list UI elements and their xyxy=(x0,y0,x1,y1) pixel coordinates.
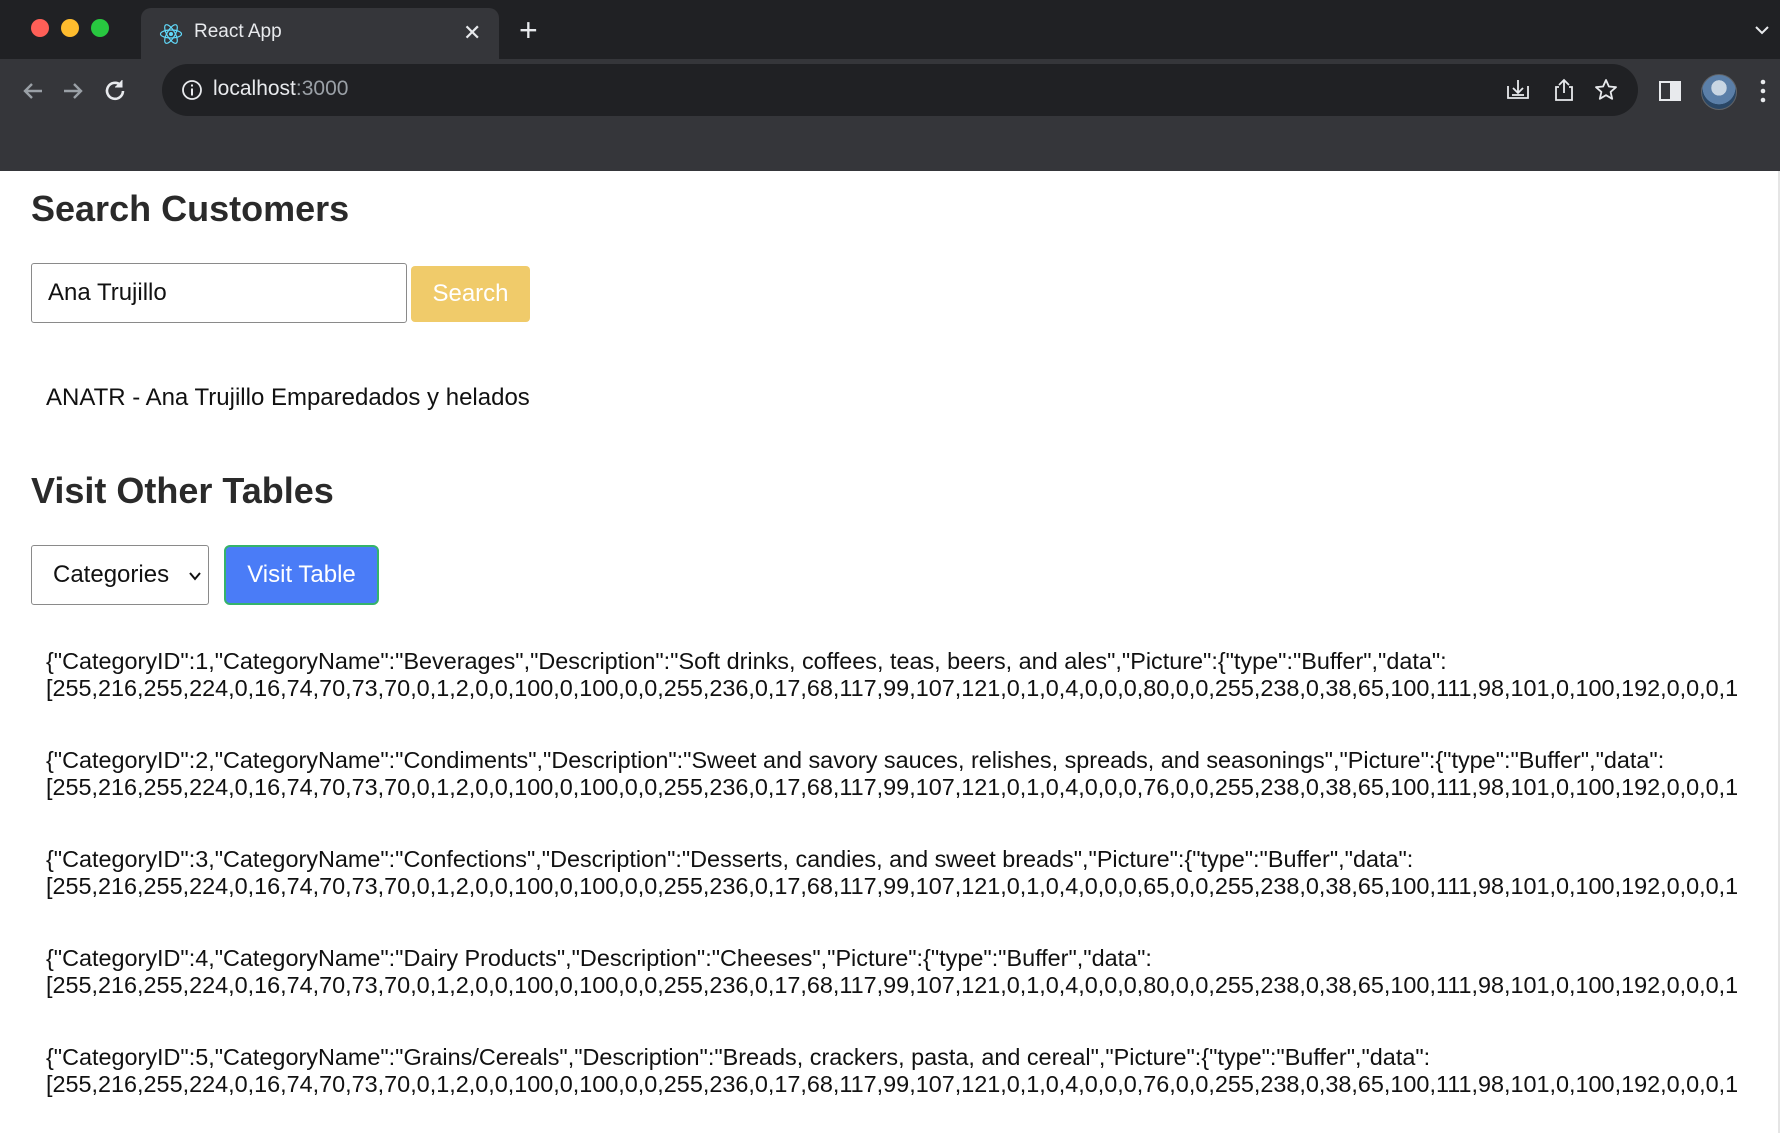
customer-search-input[interactable] xyxy=(31,263,407,323)
share-icon[interactable] xyxy=(1551,77,1577,103)
table-select[interactable]: Categories xyxy=(31,545,209,605)
table-select-value: Categories xyxy=(53,561,170,588)
info-icon[interactable] xyxy=(180,78,204,102)
list-item: {"CategoryID":4,"CategoryName":"Dairy Pr… xyxy=(46,945,1778,1044)
new-tab-button[interactable]: + xyxy=(519,14,538,46)
maximize-window-button[interactable] xyxy=(91,19,109,37)
search-customers-heading: Search Customers xyxy=(31,188,350,229)
visit-table-button[interactable]: Visit Table xyxy=(224,545,379,605)
search-button[interactable]: Search xyxy=(411,266,530,322)
chevron-down-icon xyxy=(189,572,201,581)
browser-tab[interactable]: React App ✕ xyxy=(141,8,499,59)
record-json-line: {"CategoryID":1,"CategoryName":"Beverage… xyxy=(46,648,1447,674)
record-picture-data-line: [255,216,255,224,0,16,74,70,73,70,0,1,2,… xyxy=(46,774,1739,800)
url-host: localhost xyxy=(213,77,296,100)
minimize-window-button[interactable] xyxy=(61,19,79,37)
record-picture-data-line: [255,216,255,224,0,16,74,70,73,70,0,1,2,… xyxy=(46,873,1739,899)
close-window-button[interactable] xyxy=(31,19,49,37)
tab-title: React App xyxy=(194,21,282,42)
record-picture-data-line: [255,216,255,224,0,16,74,70,73,70,0,1,2,… xyxy=(46,675,1739,701)
record-json-line: {"CategoryID":4,"CategoryName":"Dairy Pr… xyxy=(46,945,1152,971)
list-item: {"CategoryID":3,"CategoryName":"Confecti… xyxy=(46,846,1778,945)
record-json-line: {"CategoryID":3,"CategoryName":"Confecti… xyxy=(46,846,1414,872)
side-panel-icon[interactable] xyxy=(1656,77,1684,105)
record-json-line: {"CategoryID":2,"CategoryName":"Condimen… xyxy=(46,747,1665,773)
back-arrow-icon[interactable] xyxy=(18,76,48,106)
react-logo-icon xyxy=(159,24,183,44)
page-content: Search Customers Search ANATR - Ana Truj… xyxy=(0,171,1780,1133)
title-bar: React App ✕ + xyxy=(0,0,1780,59)
url-text[interactable]: localhost:3000 xyxy=(213,77,348,101)
chevron-down-icon[interactable] xyxy=(1752,20,1772,40)
url-port: :3000 xyxy=(295,77,349,100)
list-item: {"CategoryID":1,"CategoryName":"Beverage… xyxy=(46,648,1778,747)
forward-arrow-icon[interactable] xyxy=(58,76,88,106)
record-picture-data-line: [255,216,255,224,0,16,74,70,73,70,0,1,2,… xyxy=(46,972,1739,998)
reload-icon[interactable] xyxy=(100,76,130,106)
record-picture-data-line: [255,216,255,224,0,16,74,70,73,70,0,1,2,… xyxy=(46,1071,1739,1097)
address-bar[interactable]: localhost:3000 xyxy=(162,64,1638,116)
tab-close-icon[interactable]: ✕ xyxy=(463,21,481,45)
profile-avatar[interactable] xyxy=(1701,74,1737,110)
list-item: {"CategoryID":2,"CategoryName":"Condimen… xyxy=(46,747,1778,846)
customer-result: ANATR - Ana Trujillo Emparedados y helad… xyxy=(46,384,530,411)
table-data-list: {"CategoryID":1,"CategoryName":"Beverage… xyxy=(46,648,1778,1133)
list-item: {"CategoryID":5,"CategoryName":"Grains/C… xyxy=(46,1044,1778,1133)
bookmark-star-icon[interactable] xyxy=(1593,77,1619,103)
visit-other-tables-heading: Visit Other Tables xyxy=(31,470,334,511)
record-json-line: {"CategoryID":5,"CategoryName":"Grains/C… xyxy=(46,1044,1431,1070)
browser-chrome: React App ✕ + localhost:3000 xyxy=(0,0,1780,171)
install-app-icon[interactable] xyxy=(1505,77,1531,103)
more-menu-icon[interactable] xyxy=(1760,78,1766,104)
